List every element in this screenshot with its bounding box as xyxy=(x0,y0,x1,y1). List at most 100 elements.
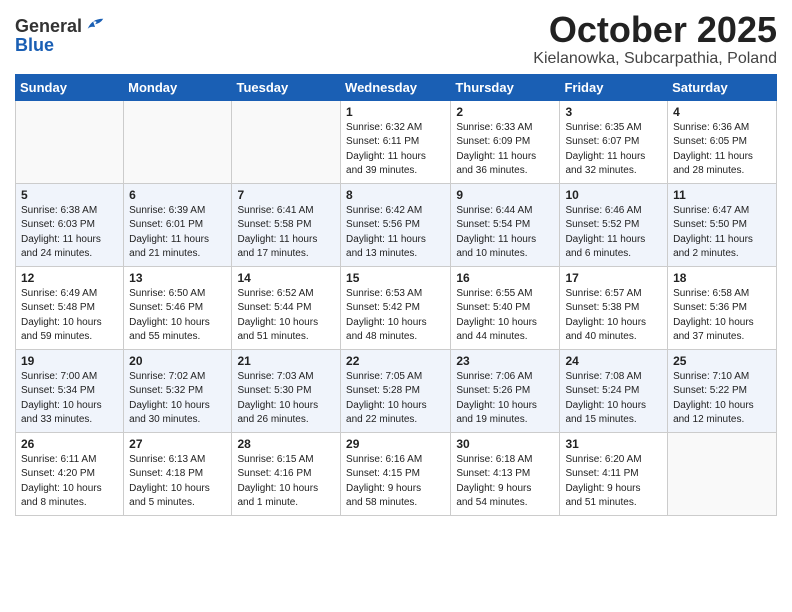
table-row: 22 Sunrise: 7:05 AM Sunset: 5:28 PM Dayli… xyxy=(341,349,451,432)
day-number: 20 xyxy=(129,354,226,368)
table-row: 16 Sunrise: 6:55 AM Sunset: 5:40 PM Dayli… xyxy=(451,266,560,349)
day-info: Sunrise: 7:05 AM Sunset: 5:28 PM Dayligh… xyxy=(346,370,445,428)
day-info: Sunrise: 6:55 AM Sunset: 5:40 PM Dayligh… xyxy=(456,287,554,345)
day-number: 17 xyxy=(565,271,662,285)
day-number: 13 xyxy=(129,271,226,285)
day-info: Sunrise: 6:58 AM Sunset: 5:36 PM Dayligh… xyxy=(673,287,771,345)
calendar-week-row: 12 Sunrise: 6:49 AM Sunset: 5:48 PM Dayli… xyxy=(16,266,777,349)
day-number: 12 xyxy=(21,271,118,285)
day-number: 26 xyxy=(21,437,118,451)
day-number: 29 xyxy=(346,437,445,451)
day-info: Sunrise: 7:10 AM Sunset: 5:22 PM Dayligh… xyxy=(673,370,771,428)
day-info: Sunrise: 6:57 AM Sunset: 5:38 PM Dayligh… xyxy=(565,287,662,345)
day-info: Sunrise: 6:18 AM Sunset: 4:13 PM Dayligh… xyxy=(456,453,554,511)
day-number: 4 xyxy=(673,105,771,119)
day-info: Sunrise: 7:00 AM Sunset: 5:34 PM Dayligh… xyxy=(21,370,118,428)
table-row: 28 Sunrise: 6:15 AM Sunset: 4:16 PM Dayli… xyxy=(232,432,341,515)
col-thursday: Thursday xyxy=(451,74,560,100)
day-number: 1 xyxy=(346,105,445,119)
table-row: 2 Sunrise: 6:33 AM Sunset: 6:09 PM Daylig… xyxy=(451,100,560,183)
logo-bird-icon xyxy=(84,16,106,38)
table-row: 23 Sunrise: 7:06 AM Sunset: 5:26 PM Dayli… xyxy=(451,349,560,432)
day-info: Sunrise: 7:08 AM Sunset: 5:24 PM Dayligh… xyxy=(565,370,662,428)
col-monday: Monday xyxy=(124,74,232,100)
page: General Blue October 2025 Kielanowka, Su… xyxy=(0,0,792,612)
col-tuesday: Tuesday xyxy=(232,74,341,100)
day-number: 30 xyxy=(456,437,554,451)
col-friday: Friday xyxy=(560,74,668,100)
table-row: 21 Sunrise: 7:03 AM Sunset: 5:30 PM Dayli… xyxy=(232,349,341,432)
logo: General Blue xyxy=(15,16,106,56)
day-info: Sunrise: 6:32 AM Sunset: 6:11 PM Dayligh… xyxy=(346,121,445,179)
table-row: 26 Sunrise: 6:11 AM Sunset: 4:20 PM Dayli… xyxy=(16,432,124,515)
table-row: 25Sunrise: 7:10 AM Sunset: 5:22 PM Dayli… xyxy=(668,349,777,432)
day-number: 18 xyxy=(673,271,771,285)
day-info: Sunrise: 6:49 AM Sunset: 5:48 PM Dayligh… xyxy=(21,287,118,345)
day-number: 23 xyxy=(456,354,554,368)
table-row: 12 Sunrise: 6:49 AM Sunset: 5:48 PM Dayli… xyxy=(16,266,124,349)
day-info: Sunrise: 7:06 AM Sunset: 5:26 PM Dayligh… xyxy=(456,370,554,428)
day-number: 14 xyxy=(237,271,335,285)
table-row: 18 Sunrise: 6:58 AM Sunset: 5:36 PM Dayli… xyxy=(668,266,777,349)
day-number: 11 xyxy=(673,188,771,202)
header: General Blue October 2025 Kielanowka, Su… xyxy=(15,10,777,68)
day-number: 6 xyxy=(129,188,226,202)
calendar-week-row: 5 Sunrise: 6:38 AM Sunset: 6:03 PM Daylig… xyxy=(16,183,777,266)
table-row: 3Sunrise: 6:35 AM Sunset: 6:07 PM Daylig… xyxy=(560,100,668,183)
day-number: 22 xyxy=(346,354,445,368)
table-row: 20 Sunrise: 7:02 AM Sunset: 5:32 PM Dayli… xyxy=(124,349,232,432)
day-number: 7 xyxy=(237,188,335,202)
day-info: Sunrise: 6:42 AM Sunset: 5:56 PM Dayligh… xyxy=(346,204,445,262)
logo-general-text: General xyxy=(15,17,82,37)
calendar-week-row: 19 Sunrise: 7:00 AM Sunset: 5:34 PM Dayli… xyxy=(16,349,777,432)
calendar-week-row: 1 Sunrise: 6:32 AM Sunset: 6:11 PM Daylig… xyxy=(16,100,777,183)
table-row: 13Sunrise: 6:50 AM Sunset: 5:46 PM Dayli… xyxy=(124,266,232,349)
day-number: 19 xyxy=(21,354,118,368)
table-row xyxy=(232,100,341,183)
day-number: 24 xyxy=(565,354,662,368)
logo-blue-text: Blue xyxy=(15,36,54,56)
day-number: 10 xyxy=(565,188,662,202)
table-row xyxy=(668,432,777,515)
table-row: 27 Sunrise: 6:13 AM Sunset: 4:18 PM Dayli… xyxy=(124,432,232,515)
day-number: 21 xyxy=(237,354,335,368)
table-row: 17 Sunrise: 6:57 AM Sunset: 5:38 PM Dayli… xyxy=(560,266,668,349)
table-row: 4Sunrise: 6:36 AM Sunset: 6:05 PM Daylig… xyxy=(668,100,777,183)
table-row: 6 Sunrise: 6:39 AM Sunset: 6:01 PM Daylig… xyxy=(124,183,232,266)
table-row: 5 Sunrise: 6:38 AM Sunset: 6:03 PM Daylig… xyxy=(16,183,124,266)
table-row: 11 Sunrise: 6:47 AM Sunset: 5:50 PM Dayli… xyxy=(668,183,777,266)
day-number: 16 xyxy=(456,271,554,285)
day-info: Sunrise: 6:16 AM Sunset: 4:15 PM Dayligh… xyxy=(346,453,445,511)
title-block: October 2025 Kielanowka, Subcarpathia, P… xyxy=(533,10,777,68)
calendar-week-row: 26 Sunrise: 6:11 AM Sunset: 4:20 PM Dayli… xyxy=(16,432,777,515)
day-info: Sunrise: 6:39 AM Sunset: 6:01 PM Dayligh… xyxy=(129,204,226,262)
day-info: Sunrise: 6:33 AM Sunset: 6:09 PM Dayligh… xyxy=(456,121,554,179)
day-info: Sunrise: 6:11 AM Sunset: 4:20 PM Dayligh… xyxy=(21,453,118,511)
table-row: 31Sunrise: 6:20 AM Sunset: 4:11 PM Dayli… xyxy=(560,432,668,515)
col-sunday: Sunday xyxy=(16,74,124,100)
day-info: Sunrise: 6:15 AM Sunset: 4:16 PM Dayligh… xyxy=(237,453,335,511)
table-row: 30 Sunrise: 6:18 AM Sunset: 4:13 PM Dayli… xyxy=(451,432,560,515)
day-number: 5 xyxy=(21,188,118,202)
day-number: 27 xyxy=(129,437,226,451)
day-number: 8 xyxy=(346,188,445,202)
day-info: Sunrise: 7:02 AM Sunset: 5:32 PM Dayligh… xyxy=(129,370,226,428)
day-number: 28 xyxy=(237,437,335,451)
day-info: Sunrise: 6:13 AM Sunset: 4:18 PM Dayligh… xyxy=(129,453,226,511)
table-row: 19 Sunrise: 7:00 AM Sunset: 5:34 PM Dayli… xyxy=(16,349,124,432)
day-info: Sunrise: 6:52 AM Sunset: 5:44 PM Dayligh… xyxy=(237,287,335,345)
day-info: Sunrise: 6:20 AM Sunset: 4:11 PM Dayligh… xyxy=(565,453,662,511)
month-title: October 2025 xyxy=(533,10,777,50)
table-row: 29 Sunrise: 6:16 AM Sunset: 4:15 PM Dayli… xyxy=(341,432,451,515)
table-row: 7Sunrise: 6:41 AM Sunset: 5:58 PM Daylig… xyxy=(232,183,341,266)
day-info: Sunrise: 7:03 AM Sunset: 5:30 PM Dayligh… xyxy=(237,370,335,428)
day-info: Sunrise: 6:46 AM Sunset: 5:52 PM Dayligh… xyxy=(565,204,662,262)
day-number: 2 xyxy=(456,105,554,119)
day-info: Sunrise: 6:35 AM Sunset: 6:07 PM Dayligh… xyxy=(565,121,662,179)
location-title: Kielanowka, Subcarpathia, Poland xyxy=(533,50,777,68)
table-row: 15Sunrise: 6:53 AM Sunset: 5:42 PM Dayli… xyxy=(341,266,451,349)
day-info: Sunrise: 6:38 AM Sunset: 6:03 PM Dayligh… xyxy=(21,204,118,262)
table-row: 10 Sunrise: 6:46 AM Sunset: 5:52 PM Dayli… xyxy=(560,183,668,266)
day-info: Sunrise: 6:47 AM Sunset: 5:50 PM Dayligh… xyxy=(673,204,771,262)
day-number: 15 xyxy=(346,271,445,285)
